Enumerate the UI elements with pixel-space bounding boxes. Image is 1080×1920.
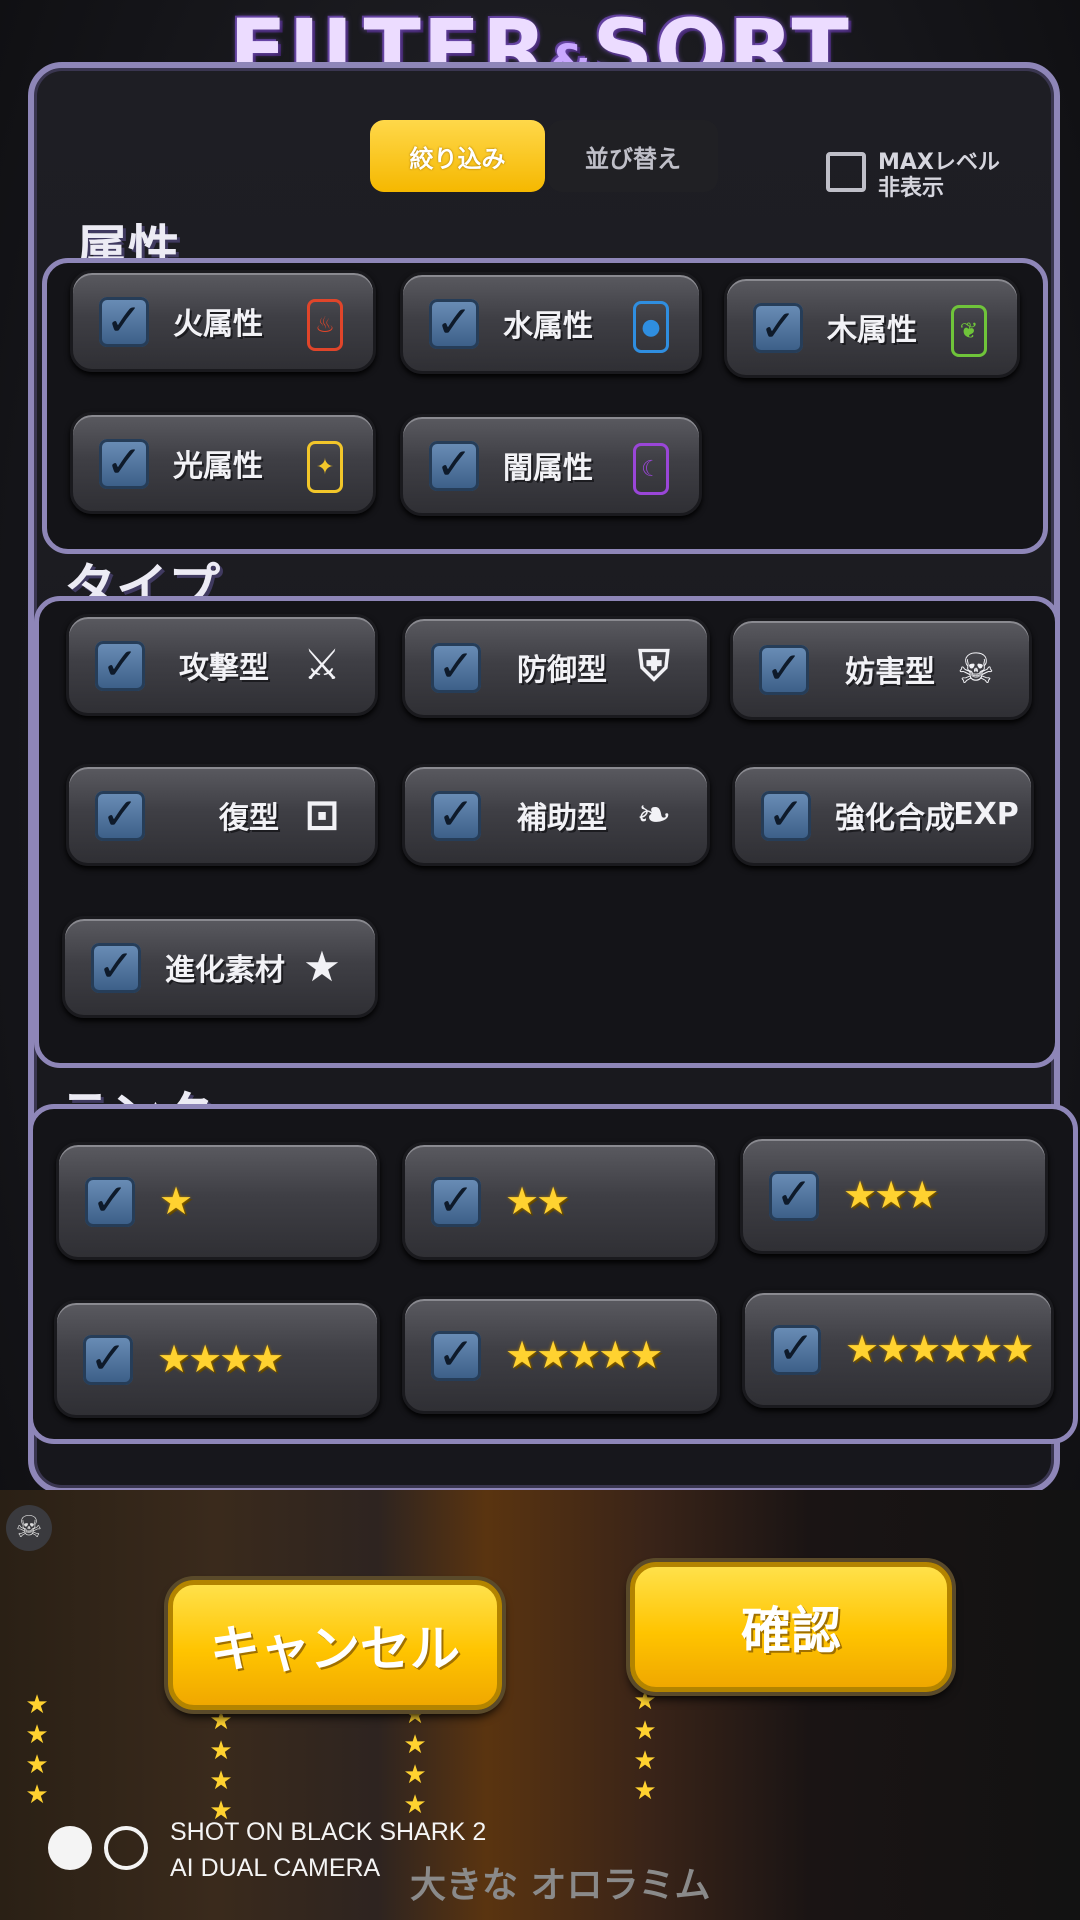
tab-sort[interactable]: 並び替え: [548, 120, 718, 192]
wing-icon: ❧: [636, 789, 672, 839]
checkbox-rank-1[interactable]: ✓: [85, 1177, 135, 1227]
type-recovery-toggle[interactable]: ✓ 復型 ⊡: [66, 764, 378, 866]
character-stars: ★ ★ ★ ★: [633, 1686, 657, 1806]
character-stars: ★ ★ ★ ★: [25, 1690, 49, 1810]
attribute-light-label: 光属性: [173, 449, 263, 484]
cancel-button[interactable]: キャンセル: [168, 1580, 502, 1710]
rank-2-stars: ★★: [505, 1179, 570, 1223]
rank-3-toggle[interactable]: ✓ ★★★: [740, 1136, 1048, 1254]
shield-icon: ⛨: [638, 641, 670, 690]
rank-5-stars: ★★★★★: [505, 1333, 663, 1377]
checkbox-water[interactable]: ✓: [429, 299, 479, 349]
checkbox-defense[interactable]: ✓: [431, 643, 481, 693]
checkbox-wood[interactable]: ✓: [753, 303, 803, 353]
checkbox-rank-5[interactable]: ✓: [431, 1331, 481, 1381]
attribute-fire-toggle[interactable]: ✓ 火属性 ♨: [70, 270, 376, 372]
max-level-hide-checkbox[interactable]: [826, 152, 866, 192]
type-enhance-label: 強化合成: [835, 801, 955, 836]
rank-1-toggle[interactable]: ✓ ★: [56, 1142, 380, 1260]
rank-2-toggle[interactable]: ✓ ★★: [402, 1142, 718, 1260]
rank-3-stars: ★★★: [843, 1173, 939, 1217]
watermark-line2: AI DUAL CAMERA: [170, 1854, 381, 1882]
checkbox-attack[interactable]: ✓: [95, 641, 145, 691]
attribute-fire-label: 火属性: [173, 307, 263, 342]
checkbox-disrupt[interactable]: ✓: [759, 645, 809, 695]
rank-6-toggle[interactable]: ✓ ★★★★★★: [742, 1290, 1054, 1408]
camera-watermark: SHOT ON BLACK SHARK 2 AI DUAL CAMERA: [170, 1814, 486, 1886]
star-plus-icon: ★: [303, 941, 341, 991]
checkbox-recovery[interactable]: ✓: [95, 791, 145, 841]
skull-icon: ☠: [6, 1505, 52, 1551]
rank-4-toggle[interactable]: ✓ ★★★★: [54, 1300, 380, 1418]
max-level-label-line1: MAXレベル: [878, 150, 1000, 175]
watermark-dot-filled: [48, 1826, 92, 1870]
attribute-dark-label: 闇属性: [503, 451, 593, 486]
checkbox-rank-6[interactable]: ✓: [771, 1325, 821, 1375]
checkbox-dark[interactable]: ✓: [429, 441, 479, 491]
rank-6-stars: ★★★★★★: [845, 1327, 1034, 1371]
rank-5-toggle[interactable]: ✓ ★★★★★: [402, 1296, 720, 1414]
light-icon: ✦: [307, 441, 343, 493]
checkbox-evolution[interactable]: ✓: [91, 943, 141, 993]
checkbox-rank-2[interactable]: ✓: [431, 1177, 481, 1227]
attribute-wood-toggle[interactable]: ✓ 木属性 ❦: [724, 276, 1020, 378]
watermark-line1: SHOT ON BLACK SHARK 2: [170, 1818, 487, 1846]
tab-filter[interactable]: 絞り込み: [370, 120, 545, 192]
checkbox-fire[interactable]: ✓: [99, 297, 149, 347]
attribute-light-toggle[interactable]: ✓ 光属性 ✦: [70, 412, 376, 514]
checkbox-rank-4[interactable]: ✓: [83, 1335, 133, 1385]
type-defense-label: 防御型: [517, 653, 607, 688]
attribute-wood-label: 木属性: [827, 313, 917, 348]
character-stars: ★ ★ ★ ★: [209, 1706, 233, 1826]
checkbox-rank-3[interactable]: ✓: [769, 1171, 819, 1221]
attribute-dark-toggle[interactable]: ✓ 闇属性 ☾: [400, 414, 702, 516]
checkbox-enhance[interactable]: ✓: [761, 791, 811, 841]
rank-4-stars: ★★★★: [157, 1337, 284, 1381]
max-level-label-line2: 非表示: [878, 176, 945, 201]
exp-icon: EXP: [953, 796, 1019, 832]
type-support-label: 補助型: [517, 801, 607, 836]
crossed-swords-icon: ⚔: [303, 639, 341, 689]
type-enhance-toggle[interactable]: ✓ 強化合成 EXP: [732, 764, 1034, 866]
leaf-icon: ❦: [951, 305, 987, 357]
recovery-icon: ⊡: [304, 789, 340, 839]
type-defense-toggle[interactable]: ✓ 防御型 ⛨: [402, 616, 710, 718]
fire-icon: ♨: [307, 299, 343, 351]
max-level-hide-label: MAXレベル 非表示: [878, 150, 1028, 202]
attribute-water-toggle[interactable]: ✓ 水属性 ●: [400, 272, 702, 374]
type-recovery-label: 復型: [219, 801, 279, 836]
character-stars: ★ ★ ★ ★: [403, 1700, 427, 1820]
attribute-water-label: 水属性: [503, 309, 593, 344]
type-evolution-toggle[interactable]: ✓ 進化素材 ★: [62, 916, 378, 1018]
water-drop-icon: ●: [633, 301, 669, 353]
checkbox-support[interactable]: ✓: [431, 791, 481, 841]
checkbox-light[interactable]: ✓: [99, 439, 149, 489]
skull-icon: ☠: [957, 643, 995, 693]
type-disrupt-label: 妨害型: [845, 655, 935, 690]
type-disrupt-toggle[interactable]: ✓ 妨害型 ☠: [730, 618, 1032, 720]
moon-icon: ☾: [633, 443, 669, 495]
type-attack-toggle[interactable]: ✓ 攻撃型 ⚔: [66, 614, 378, 716]
type-attack-label: 攻撃型: [179, 651, 269, 686]
type-support-toggle[interactable]: ✓ 補助型 ❧: [402, 764, 710, 866]
watermark-dot-outline: [104, 1826, 148, 1870]
confirm-button[interactable]: 確認: [630, 1562, 952, 1692]
type-evolution-label: 進化素材: [165, 953, 285, 988]
rank-1-stars: ★: [159, 1179, 193, 1223]
